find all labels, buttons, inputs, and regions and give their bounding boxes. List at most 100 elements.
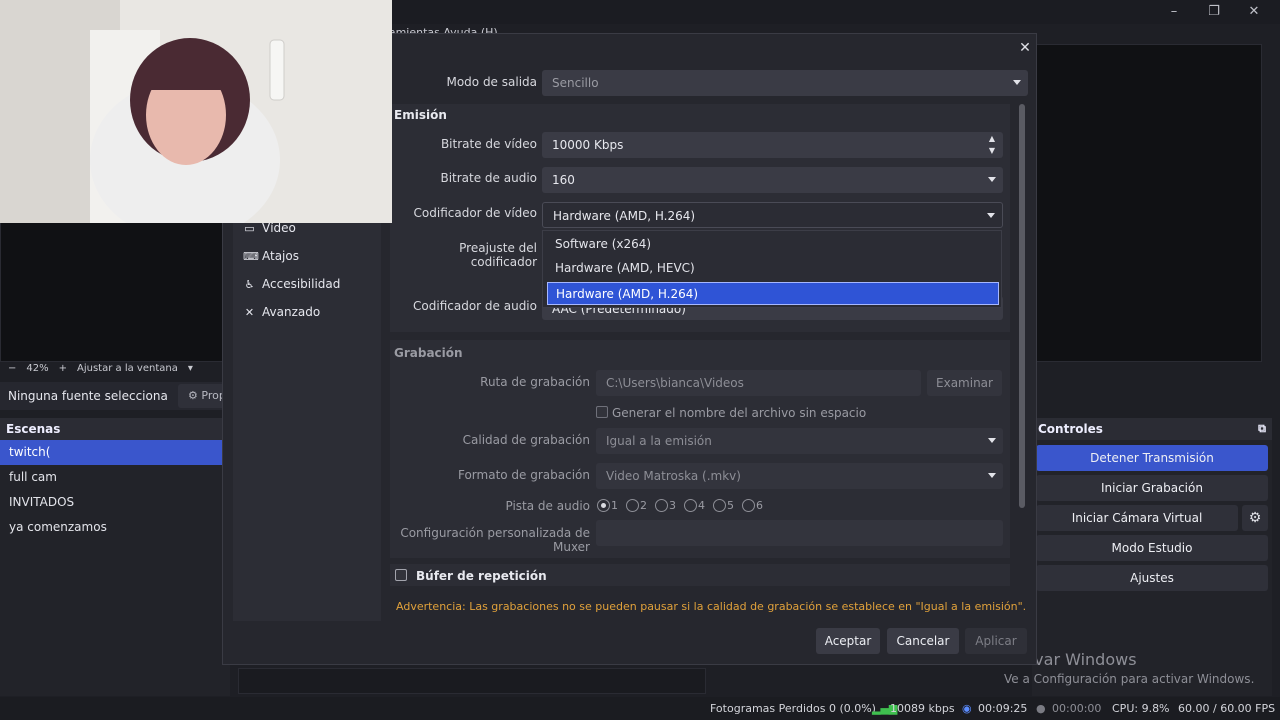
chevron-down-icon — [1013, 80, 1021, 85]
replay-buffer-label: Búfer de repetición — [416, 569, 547, 583]
chevron-up-icon[interactable]: ▲ — [987, 134, 997, 144]
sidebar-item-label: Accesibilidad — [262, 277, 341, 291]
zoom-out-button[interactable]: − — [8, 363, 16, 374]
sidebar-item-advanced[interactable]: ✕ Avanzado — [243, 305, 320, 319]
studio-mode-button[interactable]: Modo Estudio — [1036, 535, 1268, 561]
start-virtual-camera-button[interactable]: Iniciar Cámara Virtual — [1036, 505, 1238, 531]
chevron-down-icon — [988, 438, 996, 443]
undock-icon[interactable]: ⧉ — [1258, 418, 1266, 440]
audio-track-radio[interactable] — [713, 499, 726, 512]
audio-track-radio[interactable] — [742, 499, 755, 512]
muxer-input[interactable] — [596, 520, 1003, 546]
audio-track-radio[interactable] — [684, 499, 697, 512]
encoder-option-selected[interactable]: Hardware (AMD, H.264) — [547, 282, 999, 305]
audio-track-number: 1 — [611, 499, 618, 512]
bitrate-readout: 10089 kbps — [890, 702, 955, 715]
settings-button[interactable]: Ajustes — [1036, 565, 1268, 591]
sidebar-item-hotkeys[interactable]: ⌨ Atajos — [243, 249, 299, 263]
settings-sidebar: ▭ Vídeo ⌨ Atajos ♿ Accesibilidad ✕ Avanz… — [233, 219, 381, 621]
audio-bitrate-select[interactable]: 160 — [542, 167, 1003, 193]
no-space-label: Generar el nombre del archivo sin espaci… — [612, 406, 867, 420]
audio-track-radio[interactable] — [655, 499, 668, 512]
record-icon: ● — [1036, 702, 1046, 715]
audio-track-number: 2 — [640, 499, 647, 512]
mixer-panel — [238, 668, 706, 694]
audio-track-radio[interactable] — [597, 499, 610, 512]
sidebar-item-video[interactable]: ▭ Vídeo — [243, 221, 296, 235]
scenes-header: Escenas — [0, 418, 230, 440]
webcam-image — [0, 0, 392, 223]
audio-track-number: 4 — [698, 499, 705, 512]
stop-stream-button[interactable]: Detener Transmisión — [1036, 445, 1268, 471]
scenes-dock: Escenas twitch( full cam INVITADOS ya co… — [0, 418, 230, 696]
no-space-checkbox[interactable] — [596, 406, 608, 418]
audio-bitrate-label: Bitrate de audio — [440, 171, 537, 185]
recording-path-input[interactable]: C:\Users\bianca\Videos — [596, 370, 921, 396]
replay-buffer-checkbox[interactable] — [395, 569, 407, 581]
chevron-down-icon — [987, 213, 995, 218]
status-bar: Fotogramas Perdidos 0 (0.0%) ▂▄▆ 10089 k… — [0, 697, 1280, 720]
streaming-title: Emisión — [394, 108, 447, 122]
sidebar-item-label: Atajos — [262, 249, 299, 263]
zoom-in-button[interactable]: + — [59, 363, 67, 374]
video-bitrate-spinbox[interactable]: 10000 Kbps ▲ ▼ — [542, 132, 1003, 158]
minimize-icon[interactable]: – — [1164, 4, 1184, 20]
audio-track-number: 6 — [756, 499, 763, 512]
cpu-usage: CPU: 9.8% — [1112, 702, 1170, 715]
wrench-icon: ✕ — [244, 305, 255, 319]
start-recording-button[interactable]: Iniciar Grabación — [1036, 475, 1268, 501]
recording-quality-select[interactable]: Igual a la emisión — [596, 428, 1003, 454]
zoom-level: 42% — [26, 362, 49, 374]
video-encoder-select[interactable]: Hardware (AMD, H.264) — [542, 202, 1003, 228]
recording-quality-value: Igual a la emisión — [606, 434, 712, 448]
chevron-down-icon — [988, 177, 996, 182]
encoder-option[interactable]: Software (x264) — [547, 233, 999, 256]
fit-window-button[interactable]: Ajustar a la ventana — [77, 363, 178, 374]
stream-icon: ◉ — [962, 702, 972, 715]
encoder-preset-label: Preajuste del codificador — [459, 241, 537, 269]
output-mode-value: Sencillo — [552, 76, 599, 90]
gear-icon[interactable]: ⚙ — [1242, 505, 1268, 531]
gear-icon: ⚙ — [188, 389, 198, 402]
cancel-button[interactable]: Cancelar — [887, 628, 959, 654]
close-window-icon[interactable]: ✕ — [1244, 4, 1264, 20]
close-icon[interactable]: ✕ — [1017, 40, 1033, 56]
scene-item[interactable]: twitch( — [0, 440, 230, 465]
audio-track-label: Pista de audio — [505, 499, 591, 513]
record-time: 00:00:00 — [1052, 702, 1102, 715]
fps-readout: 60.00 / 60.00 FPS — [1178, 702, 1276, 715]
accessibility-icon: ♿ — [244, 277, 255, 291]
scene-item[interactable]: ya comenzamos — [0, 515, 230, 540]
browse-button[interactable]: Examinar — [927, 370, 1002, 396]
muxer-label: Configuración personalizada de Muxer — [400, 526, 590, 554]
chevron-down-icon[interactable]: ▾ — [188, 363, 193, 374]
recording-path-value: C:\Users\bianca\Videos — [606, 376, 744, 390]
controls-title: Controles — [1038, 422, 1103, 436]
no-source-text: Ninguna fuente selecciona — [8, 389, 168, 403]
settings-scrollbar[interactable] — [1019, 104, 1025, 508]
recording-quality-label: Calidad de grabación — [462, 433, 590, 447]
scene-item[interactable]: INVITADOS — [0, 490, 230, 515]
maximize-icon[interactable]: ❐ — [1204, 4, 1224, 20]
sidebar-item-accessibility[interactable]: ♿ Accesibilidad — [243, 277, 341, 291]
chevron-down-icon — [988, 473, 996, 478]
recording-format-select[interactable]: Video Matroska (.mkv) — [596, 463, 1003, 489]
apply-button[interactable]: Aplicar — [965, 628, 1027, 654]
scene-item[interactable]: full cam — [0, 465, 230, 490]
chevron-down-icon[interactable]: ▼ — [987, 146, 997, 156]
recording-format-value: Video Matroska (.mkv) — [606, 469, 741, 483]
ok-button[interactable]: Aceptar — [816, 628, 880, 654]
sidebar-item-label: Vídeo — [262, 221, 296, 235]
encoder-option[interactable]: Hardware (AMD, HEVC) — [547, 257, 999, 280]
webcam-feed — [0, 0, 392, 223]
output-mode-select[interactable]: Sencillo — [542, 70, 1028, 96]
audio-track-radio[interactable] — [626, 499, 639, 512]
video-bitrate-value: 10000 Kbps — [552, 138, 624, 152]
recording-title: Grabación — [394, 346, 463, 360]
stream-time: 00:09:25 — [978, 702, 1028, 715]
keyboard-icon: ⌨ — [243, 249, 259, 263]
audio-encoder-label: Codificador de audio — [413, 299, 537, 313]
recording-format-label: Formato de grabación — [457, 468, 590, 482]
audio-track-number: 3 — [669, 499, 676, 512]
sidebar-item-label: Avanzado — [262, 305, 321, 319]
